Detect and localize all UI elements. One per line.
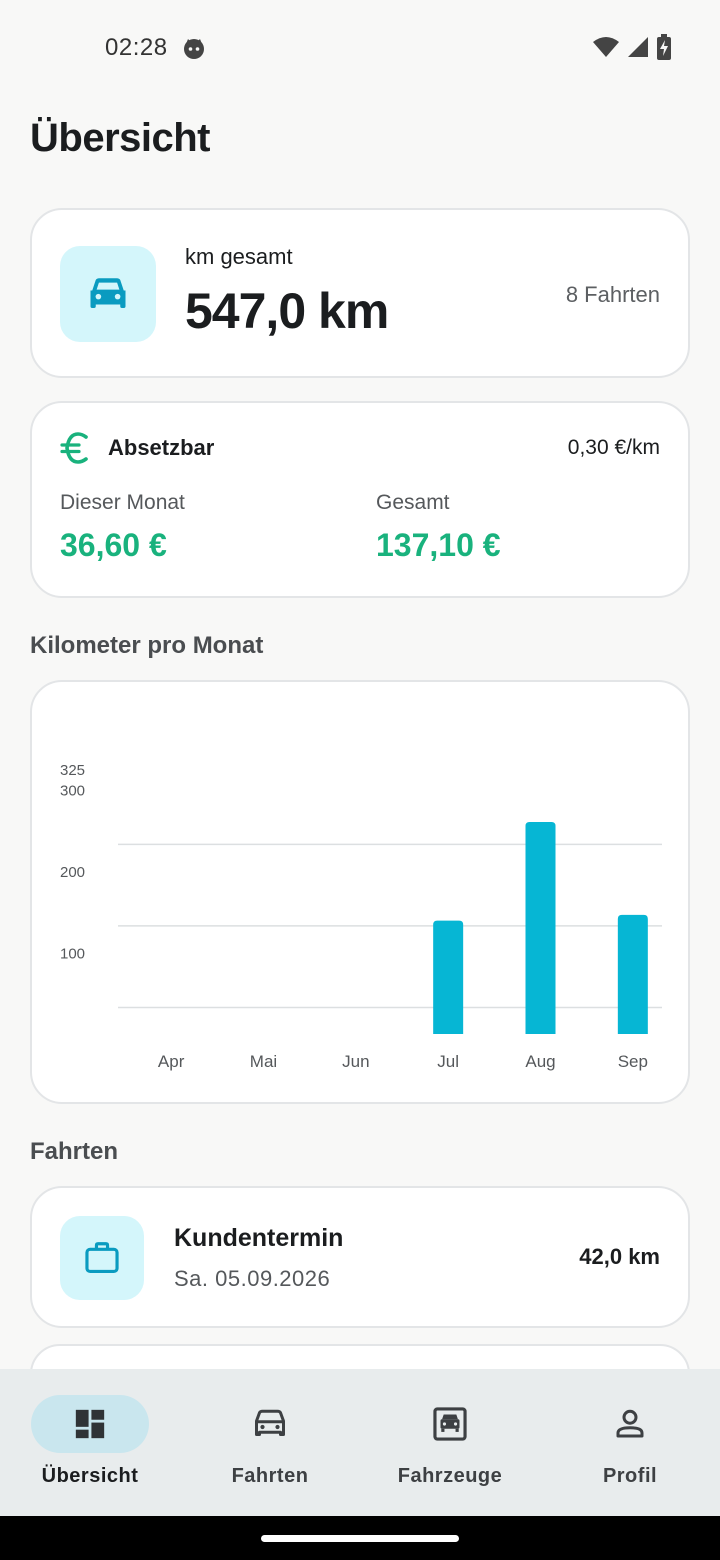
chart-bar (433, 920, 464, 1034)
deductible-title: Absetzbar (108, 435, 215, 460)
home-gesture-handle[interactable] (261, 1535, 459, 1542)
this-month-value: 36,60 € (60, 527, 167, 563)
nav-item-trips[interactable]: Fahrten (180, 1369, 360, 1516)
chart-x-tick-label: Jun (342, 1052, 369, 1071)
status-time: 02:28 (105, 34, 168, 61)
vehicle-icon (433, 1407, 467, 1441)
nav-item-overview[interactable]: Übersicht (0, 1369, 180, 1516)
chart-x-tick-label: Mai (250, 1052, 277, 1071)
battery-icon (657, 34, 671, 60)
total-label: Gesamt (376, 491, 450, 514)
deductible-card: Absetzbar 0,30 €/km Dieser Monat 36,60 €… (30, 401, 690, 598)
km-summary-card: km gesamt 547,0 km 8 Fahrten (30, 208, 690, 378)
deductible-rate: 0,30 €/km (567, 436, 660, 459)
nav-item-profile[interactable]: Profil (540, 1369, 720, 1516)
this-month-label: Dieser Monat (60, 491, 185, 514)
system-gesture-bar (0, 1516, 720, 1560)
trip-list-item[interactable]: Kundentermin Sa. 05.09.2026 42,0 km (30, 1186, 690, 1328)
dashboard-icon (75, 1409, 105, 1439)
bottom-navigation: Übersicht Fahrten Fahrzeuge Profil (0, 1369, 720, 1516)
chart-heading: Kilometer pro Monat (30, 632, 264, 659)
person-icon (616, 1409, 644, 1438)
km-per-month-chart: 100 200 300 325 Apr Mai Jun Jul Aug Sep (60, 762, 662, 1071)
nav-label-vehicles: Fahrzeuge (397, 1465, 503, 1487)
nav-active-indicator (31, 1395, 149, 1453)
nav-label-profile: Profil (602, 1465, 658, 1487)
chart-y-tick-label: 200 (60, 864, 85, 881)
km-per-month-chart-card: 100 200 300 325 Apr Mai Jun Jul Aug Sep (30, 680, 690, 1104)
status-bar: 02:28 (0, 0, 720, 95)
status-icons (592, 34, 672, 60)
chart-x-tick-label: Aug (525, 1052, 555, 1071)
chart-x-tick-label: Jul (437, 1052, 459, 1071)
chart-x-tick-label: Sep (618, 1052, 648, 1071)
km-icon-box (60, 246, 156, 342)
chart-x-tick-label: Apr (158, 1052, 185, 1071)
chart-y-tick-label: 100 (60, 945, 85, 962)
chart-y-tick-label: 300 (60, 782, 85, 799)
trip-icon-box (60, 1216, 144, 1300)
trip-title: Kundentermin (174, 1224, 344, 1252)
nav-label-trips: Fahrten (231, 1465, 309, 1487)
chart-bar (525, 821, 556, 1034)
trip-distance: 42,0 km (579, 1244, 660, 1269)
wifi-icon (593, 37, 619, 57)
total-value: 137,10 € (376, 527, 501, 563)
km-total-value: 547,0 km (185, 283, 389, 339)
signal-icon (628, 37, 648, 57)
chart-bar (617, 914, 648, 1034)
nav-item-vehicles[interactable]: Fahrzeuge (360, 1369, 540, 1516)
briefcase-icon (85, 1242, 119, 1274)
nav-label-overview: Übersicht (41, 1465, 139, 1487)
euro-icon (60, 432, 88, 464)
notification-face-icon (184, 39, 204, 59)
trips-heading: Fahrten (30, 1138, 119, 1165)
trip-date: Sa. 05.09.2026 (174, 1266, 331, 1291)
chart-y-tick-label: 325 (60, 762, 85, 779)
car-icon (90, 278, 126, 308)
km-total-label: km gesamt (185, 244, 293, 269)
page-title: Übersicht (30, 116, 211, 160)
trip-count: 8 Fahrten (565, 282, 660, 307)
car-icon (255, 1409, 285, 1436)
